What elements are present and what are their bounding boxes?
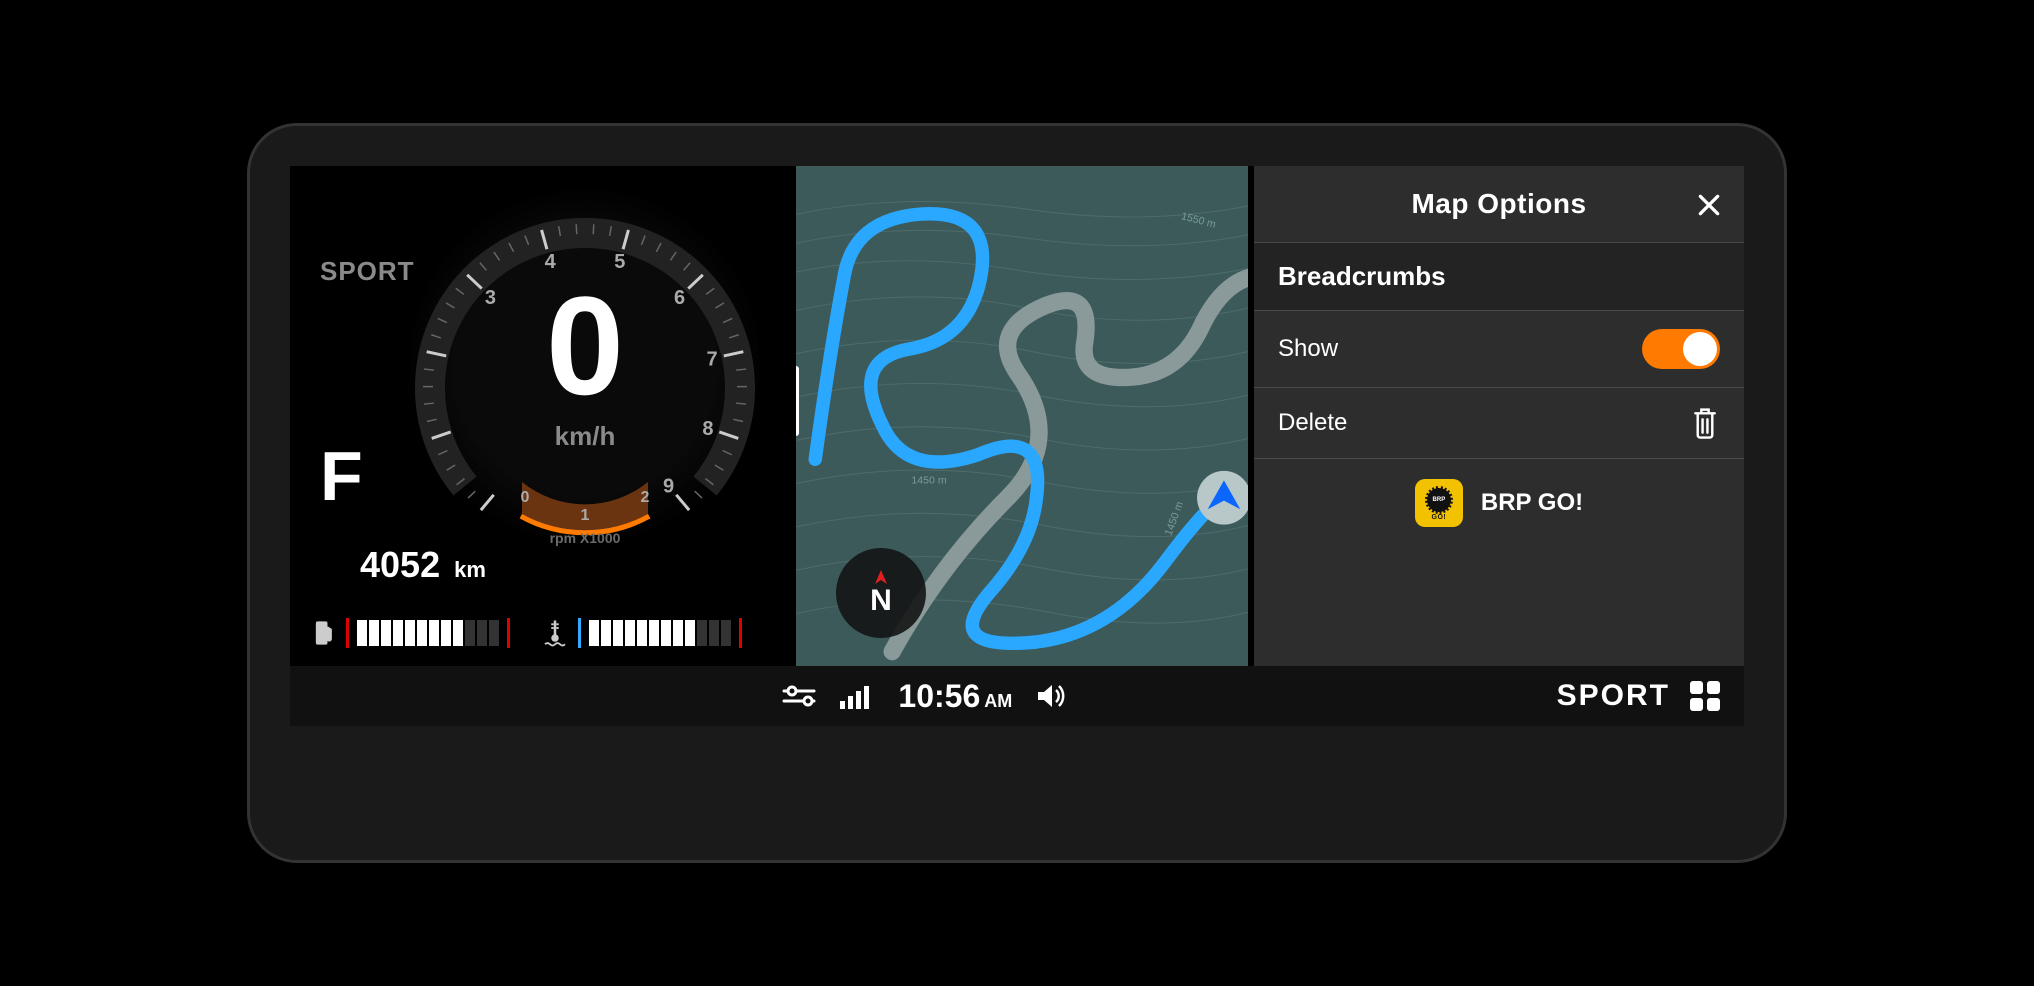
screen: SPORT F 3456789	[290, 166, 1744, 726]
odometer-unit: km	[454, 557, 486, 582]
device-frame: SPORT F 3456789	[247, 123, 1787, 863]
fuel-gauge	[310, 618, 510, 648]
trash-icon[interactable]	[1690, 406, 1720, 440]
map-options-panel: Map Options Breadcrumbs Show Delete	[1254, 166, 1744, 666]
panel-title: Map Options	[1411, 188, 1586, 220]
svg-text:9: 9	[663, 476, 674, 498]
map-panel[interactable]: 1450 m 1450 m 1550 m N	[796, 166, 1248, 666]
brp-go-app-row[interactable]: BRP GO! BRP GO!	[1254, 459, 1744, 547]
fuel-high-cap	[507, 618, 510, 648]
svg-text:0: 0	[521, 489, 530, 506]
time-ampm: AM	[984, 691, 1012, 711]
status-center: 10:56AM	[314, 678, 1537, 715]
tachometer: 3456789 0 1 2 0 km/h rpm X1000	[410, 176, 760, 556]
brp-go-icon: BRP GO!	[1415, 479, 1463, 527]
elevation-label: 1450 m	[911, 474, 946, 486]
scroll-indicator[interactable]	[796, 366, 799, 436]
show-toggle[interactable]	[1642, 329, 1720, 369]
option-delete-breadcrumbs[interactable]: Delete	[1254, 388, 1744, 459]
speed-value: 0	[410, 276, 760, 416]
status-mode[interactable]: SPORT	[1557, 679, 1670, 713]
speed-unit: km/h	[410, 421, 760, 452]
brp-go-label: BRP GO!	[1481, 489, 1583, 517]
fuel-icon	[310, 619, 338, 647]
signal-icon	[840, 683, 874, 709]
svg-text:1: 1	[581, 507, 590, 524]
fuel-low-cap	[346, 618, 349, 648]
option-show-breadcrumbs[interactable]: Show	[1254, 311, 1744, 388]
drive-mode-label: SPORT	[320, 256, 415, 287]
main-area: SPORT F 3456789	[290, 166, 1744, 666]
gauge-panel: SPORT F 3456789	[290, 166, 790, 666]
compass-letter: N	[870, 584, 892, 618]
fuel-segments	[357, 620, 499, 646]
clock: 10:56AM	[898, 678, 1012, 715]
show-label: Show	[1278, 335, 1338, 363]
compass[interactable]: N	[836, 548, 926, 638]
odometer: 4052 km	[360, 544, 486, 586]
time-value: 10:56	[898, 678, 980, 714]
panel-header: Map Options	[1254, 166, 1744, 242]
odometer-value: 4052	[360, 544, 440, 585]
delete-label: Delete	[1278, 409, 1347, 437]
svg-text:2: 2	[641, 489, 650, 506]
apps-grid-icon[interactable]	[1690, 681, 1720, 711]
toggle-knob	[1683, 332, 1717, 366]
temp-cold-cap	[578, 618, 581, 648]
coolant-temp-icon	[540, 618, 570, 648]
temp-segments	[589, 620, 731, 646]
bar-gauges-row	[310, 618, 780, 648]
temp-hot-cap	[739, 618, 742, 648]
status-bar: 10:56AM SPORT	[290, 666, 1744, 726]
close-icon[interactable]	[1696, 192, 1722, 218]
gear-indicator: F	[320, 436, 363, 516]
volume-icon[interactable]	[1036, 682, 1068, 710]
temp-gauge	[540, 618, 742, 648]
settings-slider-icon[interactable]	[782, 684, 816, 708]
section-breadcrumbs: Breadcrumbs	[1254, 242, 1744, 311]
